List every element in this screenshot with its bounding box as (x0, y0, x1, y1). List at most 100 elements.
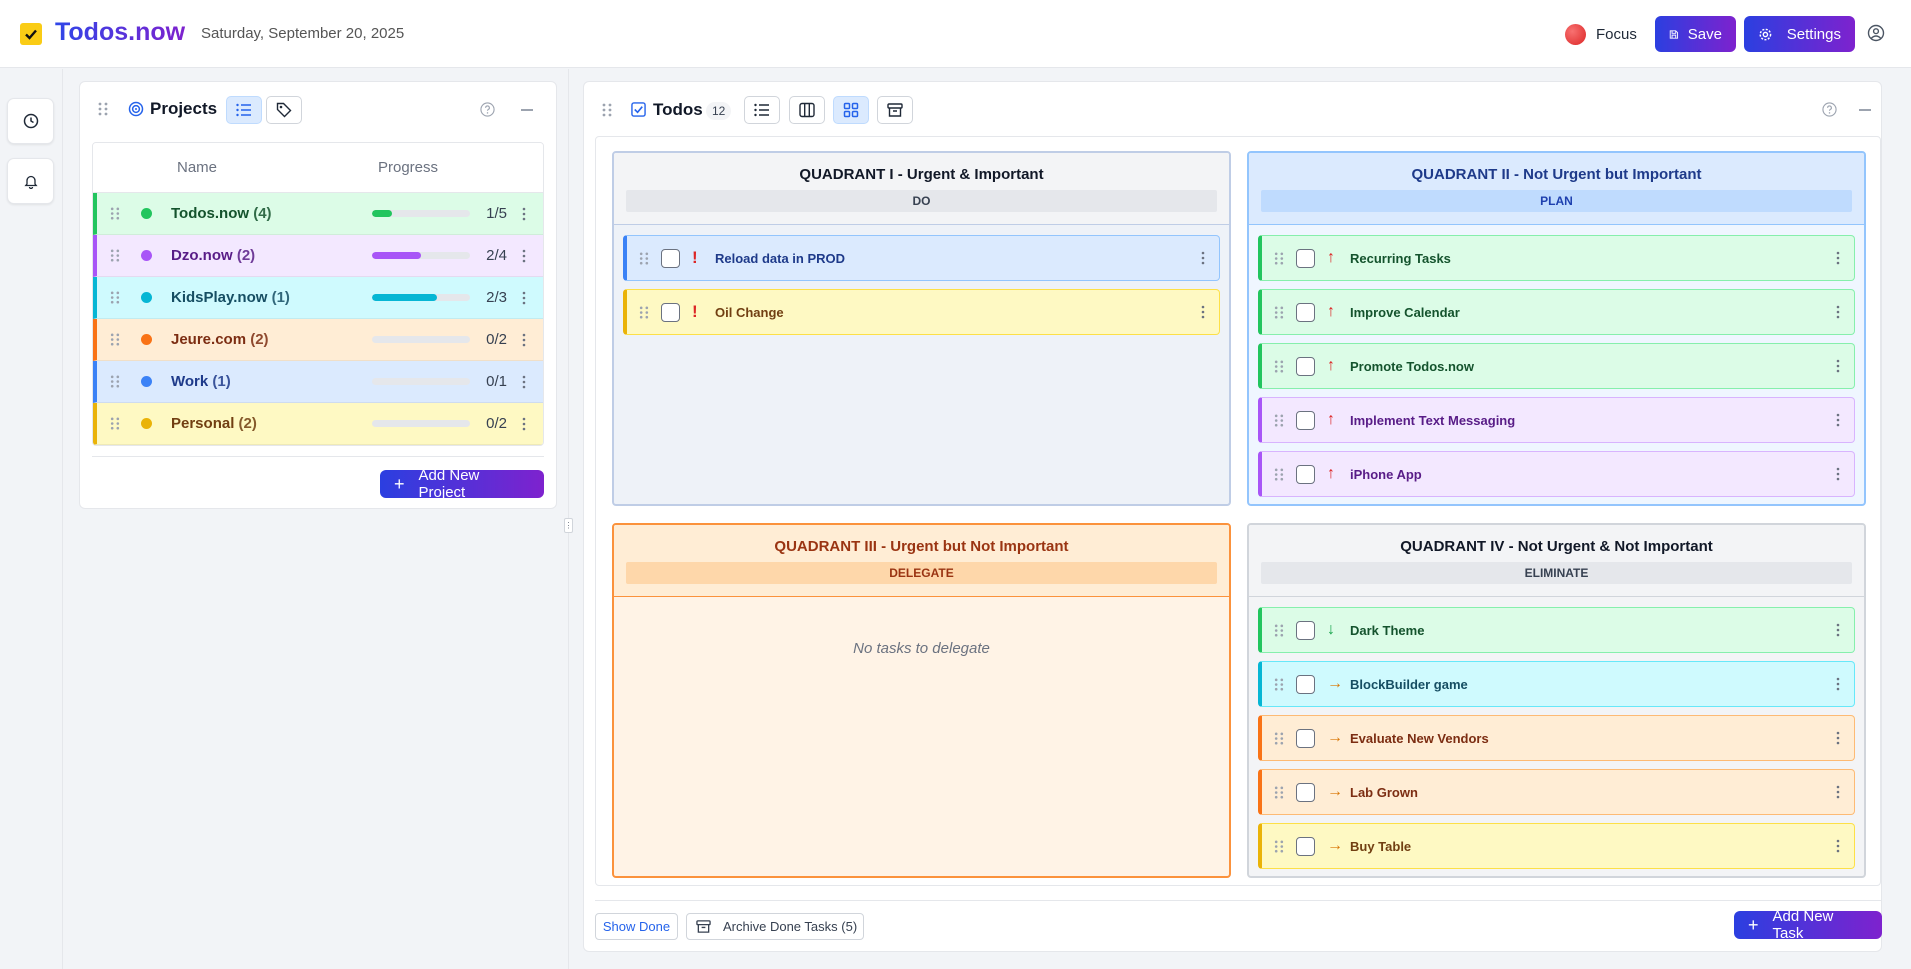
archive-done-button[interactable]: Archive Done Tasks (5) (686, 913, 864, 940)
task-item[interactable]: ↑ Recurring Tasks (1258, 235, 1855, 281)
more-options-icon[interactable] (522, 207, 526, 221)
archive-view-toggle[interactable] (877, 96, 913, 124)
drag-handle-icon[interactable] (1274, 413, 1284, 428)
task-checkbox[interactable] (1296, 464, 1315, 484)
priority-icon: ↑ (1327, 249, 1335, 266)
task-checkbox[interactable] (661, 248, 680, 268)
resize-handle[interactable]: ⋮ (564, 518, 573, 533)
col-progress-header: Progress (378, 159, 439, 176)
drag-handle-icon[interactable] (110, 416, 120, 431)
task-checkbox[interactable] (1296, 620, 1315, 640)
drag-handle-icon[interactable] (1274, 677, 1284, 692)
drag-handle-icon[interactable] (1274, 359, 1284, 374)
more-options-icon[interactable] (1201, 305, 1205, 319)
task-checkbox[interactable] (1296, 836, 1315, 856)
project-row[interactable]: Jeure.com (2) 0/2 (93, 319, 543, 361)
more-options-icon[interactable] (1836, 839, 1840, 853)
task-checkbox[interactable] (1296, 356, 1315, 376)
archive-icon (696, 920, 711, 933)
save-button[interactable]: Save (1655, 16, 1736, 52)
list-view-toggle[interactable] (226, 96, 262, 124)
task-item[interactable]: → Buy Table (1258, 823, 1855, 869)
task-item[interactable]: ↑ Improve Calendar (1258, 289, 1855, 335)
task-item[interactable]: → Evaluate New Vendors (1258, 715, 1855, 761)
project-row[interactable]: Todos.now (4) 1/5 (93, 193, 543, 235)
more-options-icon[interactable] (522, 291, 526, 305)
task-item[interactable]: ↓ Dark Theme (1258, 607, 1855, 653)
more-options-icon[interactable] (1836, 731, 1840, 745)
task-item[interactable]: ! Oil Change (623, 289, 1220, 335)
drag-handle-icon[interactable] (1274, 467, 1284, 482)
show-done-button[interactable]: Show Done (595, 913, 678, 940)
task-checkbox[interactable] (1296, 248, 1315, 268)
drag-handle-icon[interactable] (110, 374, 120, 389)
plus-icon: + (1748, 915, 1759, 935)
drag-handle-icon[interactable] (110, 206, 120, 221)
task-checkbox[interactable] (661, 302, 680, 322)
drag-handle-icon[interactable] (1274, 623, 1284, 638)
focus-button[interactable]: Focus (1565, 24, 1637, 45)
history-button[interactable] (7, 98, 54, 144)
more-options-icon[interactable] (1836, 677, 1840, 691)
more-options-icon[interactable] (1836, 785, 1840, 799)
task-item[interactable]: ↑ Promote Todos.now (1258, 343, 1855, 389)
priority-icon: → (1327, 729, 1343, 746)
more-options-icon[interactable] (1836, 413, 1840, 427)
more-options-icon[interactable] (1201, 251, 1205, 265)
drag-handle-icon[interactable] (639, 305, 649, 320)
project-row[interactable]: Work (1) 0/1 (93, 361, 543, 403)
more-options-icon[interactable] (522, 333, 526, 347)
target-icon (128, 101, 144, 117)
project-row[interactable]: Personal (2) 0/2 (93, 403, 543, 445)
panel-drag-handle-icon[interactable] (602, 102, 612, 118)
project-progress-bar (372, 294, 470, 301)
list-view-toggle[interactable] (744, 96, 780, 124)
project-row[interactable]: Dzo.now (2) 2/4 (93, 235, 543, 277)
settings-button[interactable]: Settings (1744, 16, 1855, 52)
columns-view-toggle[interactable] (789, 96, 825, 124)
task-item[interactable]: ! Reload data in PROD (623, 235, 1220, 281)
task-checkbox[interactable] (1296, 302, 1315, 322)
project-row[interactable]: KidsPlay.now (1) 2/3 (93, 277, 543, 319)
user-account-icon[interactable] (1867, 24, 1885, 42)
matrix-view-toggle[interactable] (833, 96, 869, 124)
list-icon (236, 103, 251, 117)
drag-handle-icon[interactable] (1274, 785, 1284, 800)
panel-drag-handle-icon[interactable] (98, 101, 108, 117)
drag-handle-icon[interactable] (1274, 839, 1284, 854)
task-checkbox[interactable] (1296, 410, 1315, 430)
more-options-icon[interactable] (1836, 623, 1840, 637)
more-options-icon[interactable] (522, 375, 526, 389)
drag-handle-icon[interactable] (1274, 731, 1284, 746)
minimize-icon[interactable] (1859, 109, 1871, 111)
task-item[interactable]: → Lab Grown (1258, 769, 1855, 815)
drag-handle-icon[interactable] (1274, 251, 1284, 266)
drag-handle-icon[interactable] (110, 332, 120, 347)
more-options-icon[interactable] (1836, 305, 1840, 319)
task-item[interactable]: → BlockBuilder game (1258, 661, 1855, 707)
task-item[interactable]: ↑ Implement Text Messaging (1258, 397, 1855, 443)
task-checkbox[interactable] (1296, 782, 1315, 802)
minimize-icon[interactable] (521, 109, 533, 111)
more-options-icon[interactable] (1836, 251, 1840, 265)
project-color-dot (141, 292, 152, 303)
drag-handle-icon[interactable] (110, 248, 120, 263)
more-options-icon[interactable] (1836, 467, 1840, 481)
drag-handle-icon[interactable] (110, 290, 120, 305)
more-options-icon[interactable] (522, 249, 526, 263)
more-options-icon[interactable] (522, 417, 526, 431)
drag-handle-icon[interactable] (1274, 305, 1284, 320)
task-item[interactable]: ↑ iPhone App (1258, 451, 1855, 497)
drag-handle-icon[interactable] (639, 251, 649, 266)
help-icon[interactable] (480, 102, 495, 117)
more-options-icon[interactable] (1836, 359, 1840, 373)
help-icon[interactable] (1822, 102, 1837, 117)
app-title[interactable]: Todos.now (55, 18, 185, 47)
task-checkbox[interactable] (1296, 674, 1315, 694)
add-project-button[interactable]: + Add New Project (380, 467, 544, 501)
add-task-button[interactable]: + Add New Task (1734, 908, 1882, 942)
tomato-icon (1565, 24, 1586, 45)
notifications-button[interactable] (7, 158, 54, 204)
tag-view-toggle[interactable] (266, 96, 302, 124)
task-checkbox[interactable] (1296, 728, 1315, 748)
